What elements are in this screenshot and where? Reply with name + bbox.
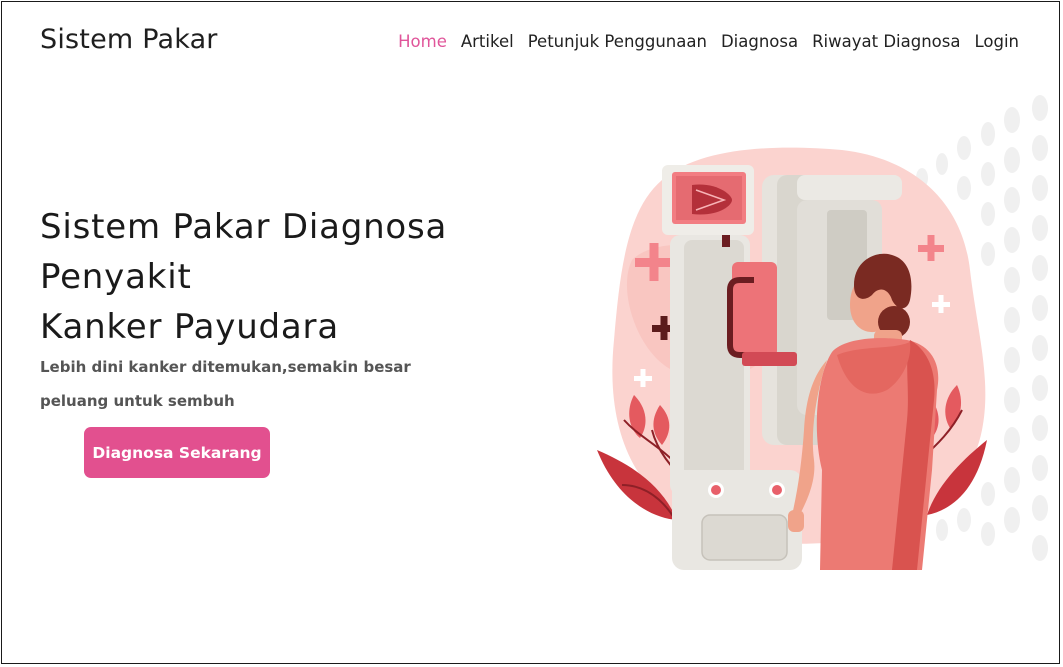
mammography-illustration — [597, 95, 1048, 570]
nav-item-home[interactable]: Home — [398, 32, 447, 51]
hero-subtitle-line: peluang untuk sembuh — [40, 392, 235, 410]
main-nav: Home Artikel Petunjuk Penggunaan Diagnos… — [398, 32, 1019, 51]
hero-subtitle: Lebih dini kanker ditemukan,semakin besa… — [40, 350, 460, 418]
hero-title-line: Kanker Payudara — [40, 307, 339, 347]
hero-subtitle-line: Lebih dini kanker ditemukan,semakin besa… — [40, 358, 411, 376]
hero-title: Sistem Pakar Diagnosa Penyakit Kanker Pa… — [40, 202, 520, 352]
nav-item-petunjuk-penggunaan[interactable]: Petunjuk Penggunaan — [528, 32, 707, 51]
nav-item-artikel[interactable]: Artikel — [461, 32, 514, 51]
page-frame: Sistem Pakar Home Artikel Petunjuk Pengg… — [1, 1, 1060, 664]
nav-item-diagnosa[interactable]: Diagnosa — [721, 32, 798, 51]
nav-item-login[interactable]: Login — [974, 32, 1019, 51]
hero-title-line: Penyakit — [40, 257, 192, 297]
diagnosa-sekarang-button[interactable]: Diagnosa Sekarang — [84, 427, 270, 478]
brand-logo-text[interactable]: Sistem Pakar — [40, 24, 218, 55]
nav-item-riwayat-diagnosa[interactable]: Riwayat Diagnosa — [812, 32, 960, 51]
hero-title-line: Sistem Pakar Diagnosa — [40, 207, 448, 247]
